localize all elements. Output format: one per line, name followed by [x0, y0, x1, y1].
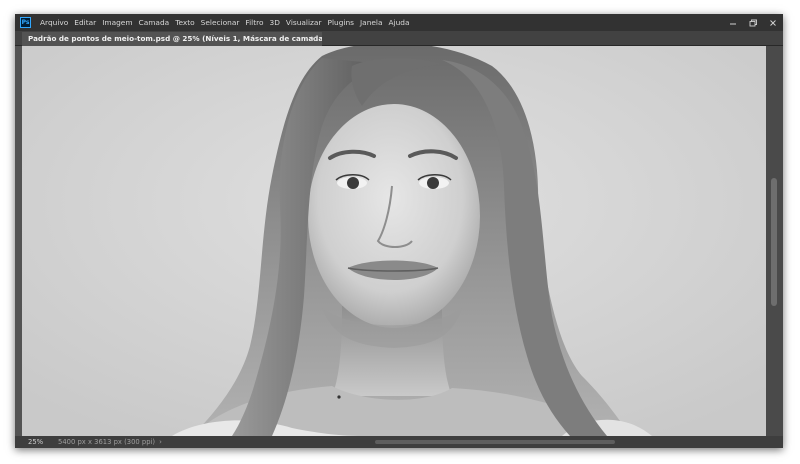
portrait-photo [22, 46, 766, 436]
vertical-scrollbar[interactable] [766, 46, 783, 436]
zoom-level[interactable]: 25% [28, 438, 58, 446]
menu-ajuda[interactable]: Ajuda [386, 14, 413, 31]
menu-3d[interactable]: 3D [267, 14, 283, 31]
tab-close-icon[interactable]: × [310, 32, 317, 46]
photoshop-window: Ps Arquivo Editar Imagem Camada Texto Se… [15, 14, 783, 448]
horizontal-scroll-thumb[interactable] [375, 440, 615, 444]
menu-selecionar[interactable]: Selecionar [198, 14, 243, 31]
document-tab-title: Padrão de pontos de meio-tom.psd @ 25% (… [28, 34, 322, 43]
menu-filtro[interactable]: Filtro [242, 14, 266, 31]
menu-texto[interactable]: Texto [172, 14, 197, 31]
document-tab-bar: Padrão de pontos de meio-tom.psd @ 25% (… [15, 31, 783, 46]
minimize-icon[interactable] [723, 14, 743, 31]
restore-icon[interactable] [743, 14, 763, 31]
vertical-scroll-thumb[interactable] [771, 178, 777, 306]
menu-bar: Ps Arquivo Editar Imagem Camada Texto Se… [15, 14, 783, 31]
menu-imagem[interactable]: Imagem [99, 14, 135, 31]
close-icon[interactable] [763, 14, 783, 31]
menu-arquivo[interactable]: Arquivo [37, 14, 71, 31]
main-menu: Arquivo Editar Imagem Camada Texto Selec… [37, 14, 413, 31]
status-bar: 25% 5400 px x 3613 px (300 ppi) › [15, 436, 783, 448]
menu-editar[interactable]: Editar [71, 14, 99, 31]
menu-visualizar[interactable]: Visualizar [283, 14, 325, 31]
window-controls [723, 14, 783, 31]
document-info: 5400 px x 3613 px (300 ppi) [58, 438, 156, 446]
menu-camada[interactable]: Camada [136, 14, 173, 31]
menu-plugins[interactable]: Plugins [325, 14, 357, 31]
document-tab[interactable]: Padrão de pontos de meio-tom.psd @ 25% (… [22, 32, 322, 46]
document-canvas[interactable] [22, 46, 766, 436]
menu-janela[interactable]: Janela [357, 14, 386, 31]
photoshop-logo-icon[interactable]: Ps [20, 17, 31, 28]
horizontal-scrollbar[interactable] [155, 438, 765, 446]
